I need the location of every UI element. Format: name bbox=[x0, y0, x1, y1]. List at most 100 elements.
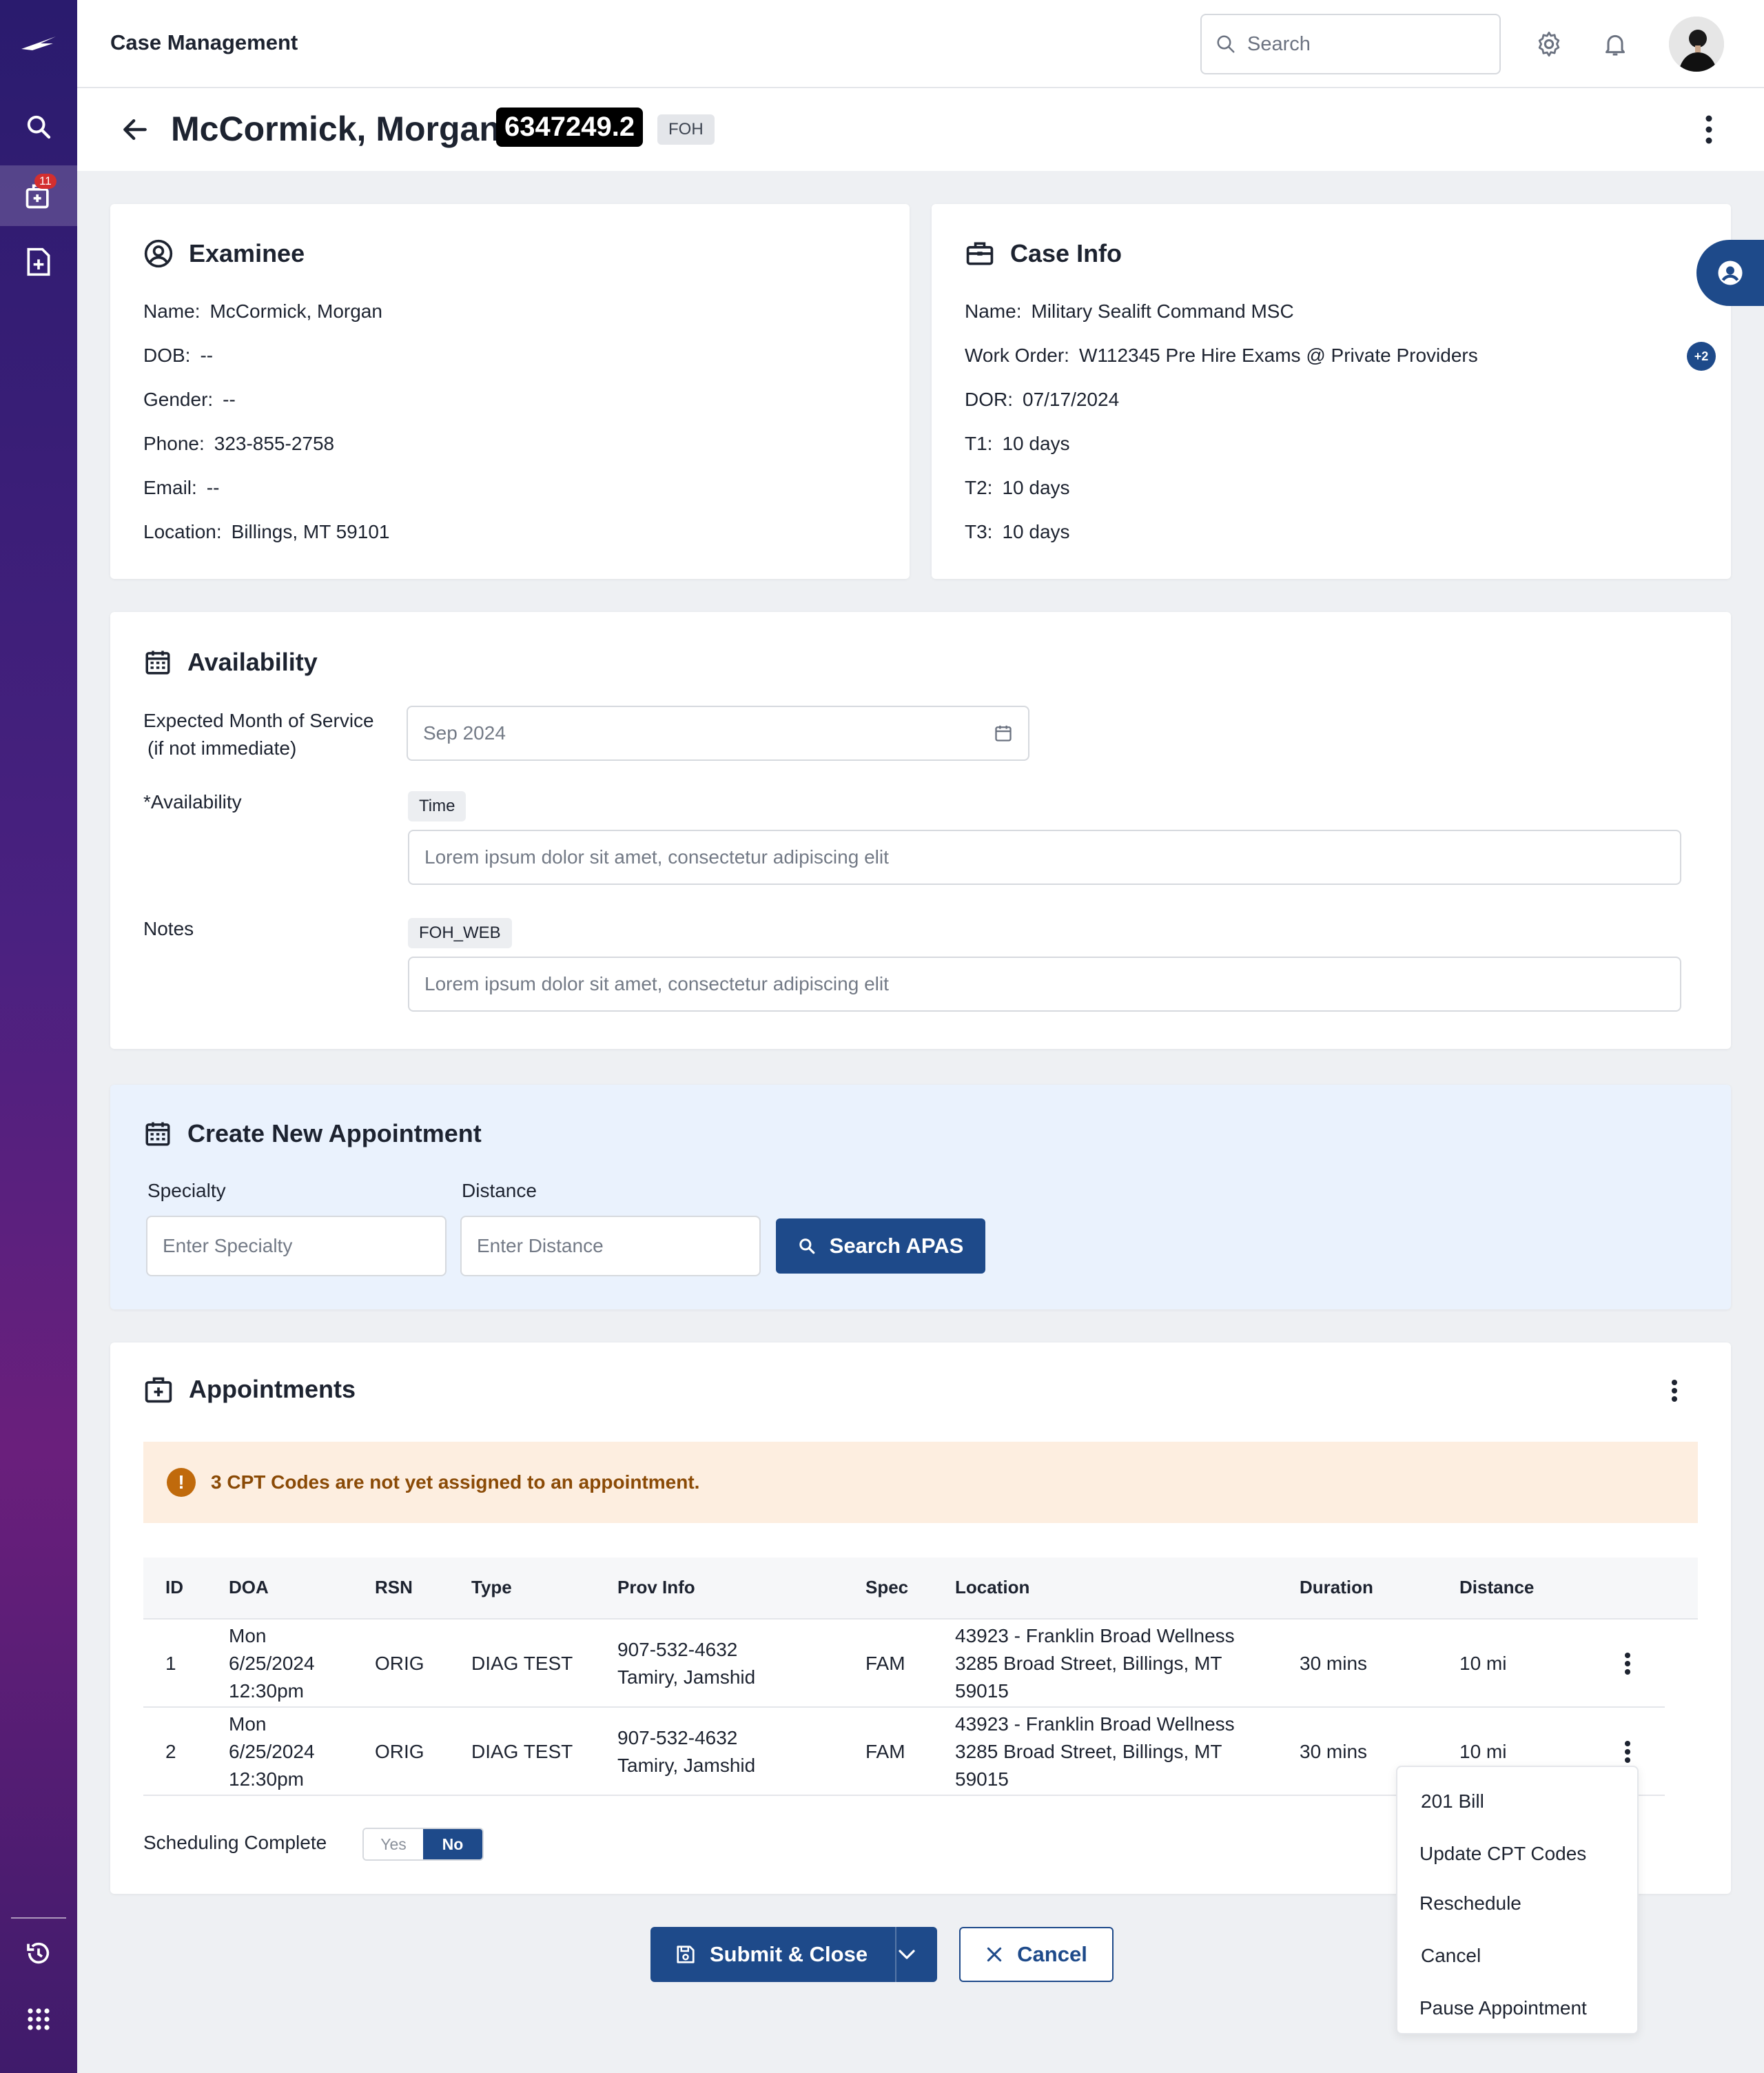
column-header-prov-info[interactable]: Prov Info bbox=[617, 1577, 695, 1598]
cancel-label: Cancel bbox=[1017, 1942, 1087, 1966]
availability-label: *Availability bbox=[143, 791, 242, 813]
availability-input[interactable] bbox=[424, 846, 1555, 868]
more-work-orders-badge[interactable]: +2 bbox=[1687, 342, 1716, 371]
t2-row: T2: 10 days bbox=[965, 477, 1070, 498]
row-actions-menu: 201 Bill Update CPT Codes Reschedule Can… bbox=[1396, 1766, 1639, 2034]
expected-month-picker[interactable]: Sep 2024 bbox=[407, 706, 1029, 761]
column-header-spec[interactable]: Spec bbox=[865, 1577, 908, 1598]
case-info-card: Case Info Name: Military Sealift Command … bbox=[932, 204, 1731, 579]
specialty-input[interactable] bbox=[163, 1235, 417, 1257]
scheduling-complete-label: Scheduling Complete bbox=[143, 1832, 327, 1853]
cell-type: DIAG TEST bbox=[471, 1741, 573, 1762]
notifications-button[interactable] bbox=[1599, 28, 1632, 61]
toggle-yes[interactable]: Yes bbox=[364, 1829, 423, 1859]
column-header-rsn[interactable]: RSN bbox=[375, 1577, 413, 1598]
menu-item-update-cpt-codes[interactable]: Update CPT Codes bbox=[1419, 1843, 1586, 1865]
nav-cases[interactable]: 11 bbox=[0, 165, 77, 226]
table-row[interactable]: 1 Mon 6/25/2024 12:30pm ORIG DIAG TEST 907… bbox=[143, 1620, 1665, 1708]
global-search[interactable] bbox=[1200, 14, 1501, 74]
search-icon bbox=[27, 115, 51, 139]
availability-type-chip[interactable]: Time bbox=[408, 791, 466, 821]
examinee-name-row: Name: McCormick, Morgan bbox=[143, 300, 382, 322]
app-grid-icon bbox=[28, 2008, 50, 2030]
medical-case-icon bbox=[145, 1377, 172, 1403]
column-header-id[interactable]: ID bbox=[165, 1577, 183, 1598]
patient-name: McCormick, Morgan bbox=[171, 110, 500, 148]
menu-item-201-bill[interactable]: 201 Bill bbox=[1421, 1790, 1484, 1812]
case-info-title-text: Case Info bbox=[1010, 239, 1122, 267]
logo-icon bbox=[21, 37, 56, 50]
column-header-doa[interactable]: DOA bbox=[229, 1577, 269, 1598]
notes-source-chip[interactable]: FOH_WEB bbox=[408, 918, 512, 948]
notes-label: Notes bbox=[143, 918, 194, 939]
examinee-title: Examinee bbox=[143, 238, 305, 269]
examinee-title-text: Examinee bbox=[189, 239, 305, 267]
user-avatar[interactable] bbox=[1669, 17, 1724, 72]
calendar-icon bbox=[995, 725, 1012, 742]
distance-label: Distance bbox=[462, 1180, 537, 1201]
t3-row: T3: 10 days bbox=[965, 521, 1070, 542]
menu-item-cancel[interactable]: Cancel bbox=[1421, 1945, 1481, 1967]
create-appointment-card: Create New Appointment Specialty Distanc… bbox=[110, 1085, 1731, 1309]
top-bar: Case Management bbox=[77, 0, 1764, 88]
back-button[interactable] bbox=[113, 108, 157, 152]
menu-item-pause-appointment[interactable]: Pause Appointment bbox=[1419, 1997, 1587, 2019]
nav-divider bbox=[11, 1917, 66, 1919]
notes-input[interactable] bbox=[424, 973, 1555, 995]
scheduling-complete-toggle[interactable]: Yes No bbox=[362, 1828, 484, 1861]
examinee-side-tab[interactable] bbox=[1696, 240, 1764, 306]
column-header-location[interactable]: Location bbox=[955, 1577, 1029, 1598]
appointments-title-text: Appointments bbox=[189, 1375, 356, 1403]
arrow-left-icon bbox=[123, 119, 147, 141]
specialty-field[interactable] bbox=[146, 1216, 447, 1276]
settings-button[interactable] bbox=[1532, 28, 1566, 61]
menu-item-reschedule[interactable]: Reschedule bbox=[1419, 1892, 1521, 1914]
availability-card: Availability Expected Month of Service (… bbox=[110, 612, 1731, 1049]
avatar-icon bbox=[1669, 17, 1724, 72]
column-header-distance[interactable]: Distance bbox=[1459, 1577, 1534, 1598]
cancel-button[interactable]: Cancel bbox=[959, 1927, 1114, 1982]
cell-prov-info: 907-532-4632 Tamiry, Jamshid bbox=[617, 1639, 756, 1688]
availability-field[interactable] bbox=[408, 830, 1681, 885]
column-header-duration[interactable]: Duration bbox=[1300, 1577, 1373, 1598]
cell-rsn: ORIG bbox=[375, 1741, 424, 1762]
examinee-gender-row: Gender: -- bbox=[143, 389, 236, 410]
app-logo[interactable] bbox=[0, 14, 77, 74]
distance-input[interactable] bbox=[477, 1235, 731, 1257]
submit-close-label: Submit & Close bbox=[710, 1942, 868, 1966]
cell-distance: 10 mi bbox=[1459, 1741, 1507, 1762]
nav-apps[interactable] bbox=[0, 1989, 77, 2050]
cell-spec: FAM bbox=[865, 1653, 905, 1674]
case-more-button[interactable] bbox=[1695, 109, 1723, 150]
cell-id: 1 bbox=[165, 1653, 176, 1674]
history-icon bbox=[27, 1942, 50, 1964]
nav-new-document[interactable] bbox=[0, 232, 77, 292]
add-document-icon bbox=[27, 247, 50, 276]
briefcase-icon bbox=[966, 242, 994, 265]
case-name-row: Name: Military Sealift Command MSC bbox=[965, 300, 1294, 322]
nav-search[interactable] bbox=[0, 96, 77, 157]
submit-options-toggle[interactable] bbox=[893, 1943, 921, 1965]
gear-icon bbox=[1538, 31, 1560, 57]
search-icon bbox=[1217, 35, 1235, 53]
appointments-more-button[interactable] bbox=[1661, 1370, 1688, 1411]
search-input[interactable] bbox=[1247, 32, 1481, 56]
search-apas-label: Search APAS bbox=[829, 1234, 964, 1258]
nav-history[interactable] bbox=[0, 1923, 77, 1983]
notes-field[interactable] bbox=[408, 957, 1681, 1012]
distance-field[interactable] bbox=[460, 1216, 761, 1276]
examinee-card: Examinee Name: McCormick, Morgan DOB: -- G… bbox=[110, 204, 910, 579]
user-circle-icon bbox=[1718, 261, 1743, 285]
examinee-location-row: Location: Billings, MT 59101 bbox=[143, 521, 390, 542]
cell-prov-info: 907-532-4632 Tamiry, Jamshid bbox=[617, 1727, 756, 1776]
search-apas-button[interactable]: Search APAS bbox=[776, 1218, 985, 1274]
cell-location: 43923 - Franklin Broad Wellness 3285 Broa… bbox=[955, 1625, 1235, 1702]
toggle-no[interactable]: No bbox=[423, 1829, 482, 1859]
case-id-badge: 6347249.2 bbox=[496, 108, 644, 147]
dor-row: DOR: 07/17/2024 bbox=[965, 389, 1120, 410]
column-header-type[interactable]: Type bbox=[471, 1577, 512, 1598]
row-more-button[interactable] bbox=[1614, 1643, 1641, 1684]
t1-row: T1: 10 days bbox=[965, 433, 1070, 454]
app-title: Case Management bbox=[110, 30, 298, 54]
more-vertical-icon bbox=[1625, 1741, 1630, 1763]
